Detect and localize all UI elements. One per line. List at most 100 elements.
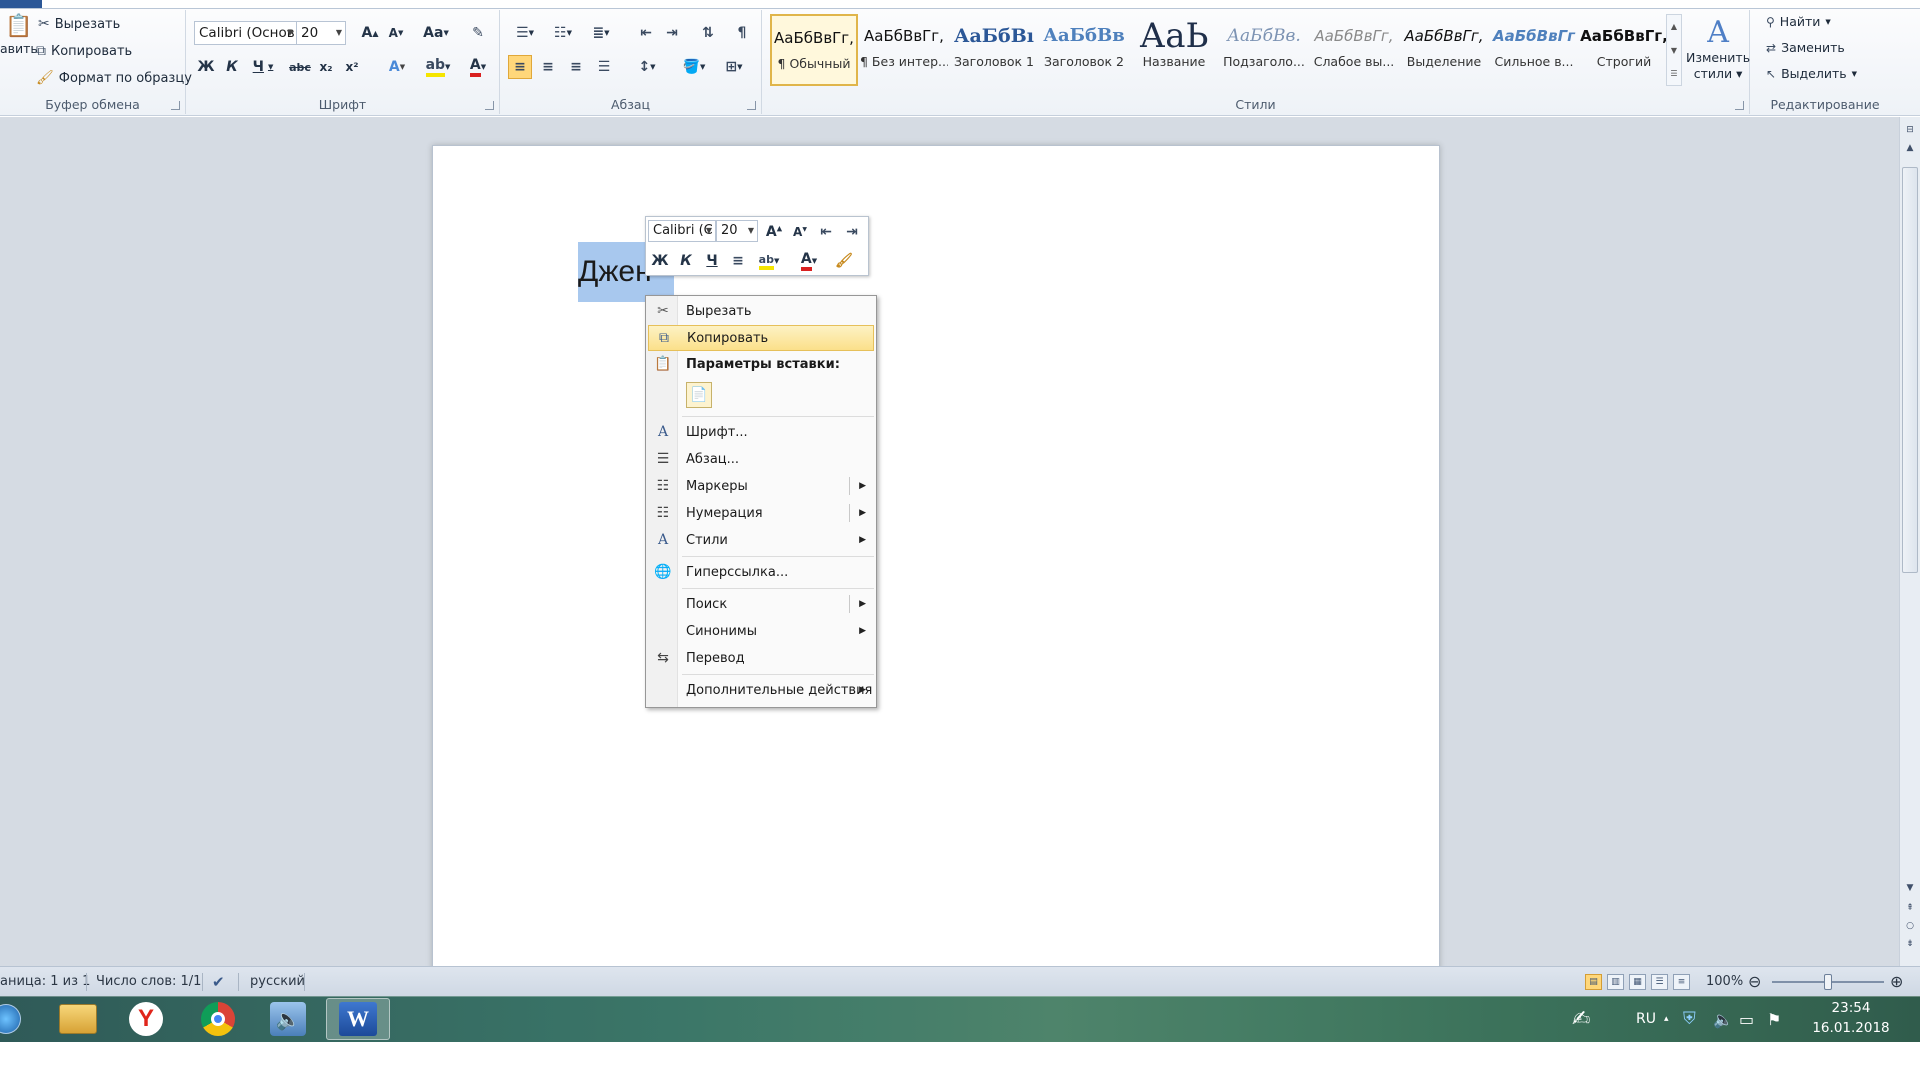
style-normal[interactable]: АаБбВвГг, ¶ Обычный [770,14,858,86]
more-styles-icon[interactable]: ☰ [1667,63,1681,85]
italic-button[interactable]: К [220,55,244,79]
align-right-button[interactable]: ≡ [564,55,588,79]
menu-item-hyperlink[interactable]: 🌐 Гиперссылка... [648,559,874,585]
next-page-button[interactable]: ⇟ [1900,935,1920,953]
zoom-out-icon[interactable]: ⊖ [1748,967,1761,997]
mini-font-size-combo[interactable]: 20 ▼ [716,220,758,242]
zoom-level[interactable]: 100% [1706,967,1743,997]
mini-increase-indent-button[interactable]: ⇥ [840,220,864,244]
proofing-icon[interactable]: ✔ [212,967,225,997]
grow-font-button[interactable]: A ▲ [358,21,382,45]
style-strong[interactable]: АаБбВвГг, Строгий [1580,14,1668,86]
format-painter-button[interactable]: 🖌 Формат по образцу [36,70,192,86]
document-page[interactable]: Джен [432,145,1440,975]
menu-item-cut[interactable]: ✂ Вырезать [648,298,874,324]
mini-decrease-indent-button[interactable]: ⇤ [814,220,838,244]
outline-view-button[interactable]: ☰ [1651,974,1668,990]
paste-keep-text-only-button[interactable]: 📄 [686,382,712,408]
style-intense-emphasis[interactable]: АаБбВвГг Сильное в... [1490,14,1578,86]
mini-underline-button[interactable]: Ч [700,249,724,273]
mini-font-family-combo[interactable]: Calibri (С ▼ [648,220,716,242]
font-color-button[interactable]: A ▼ [460,55,496,79]
sort-button[interactable]: ⇅ [696,21,720,45]
chevron-down-icon[interactable]: ▼ [1667,39,1681,63]
language-settings-icon[interactable]: ▴ [1664,996,1669,1042]
subscript-button[interactable]: x₂ [314,55,338,79]
clear-formatting-button[interactable]: ✎ [466,21,490,45]
antivirus-tray-icon[interactable]: ⛨ [1683,996,1696,1042]
font-dialog-launcher[interactable] [485,101,494,110]
taskbar-explorer[interactable] [46,998,110,1040]
style-title[interactable]: АаЬ Название [1130,14,1218,86]
taskbar-word[interactable]: W [326,998,390,1040]
submenu-arrow-icon[interactable]: ▶ [859,481,866,491]
menu-item-additional-actions[interactable]: Дополнительные действия ▶ [648,677,874,703]
style-subtitle[interactable]: АаБбВв. Подзаголо... [1220,14,1308,86]
cut-button[interactable]: ✂ Вырезать [38,16,120,32]
submenu-arrow-icon[interactable]: ▶ [859,508,866,518]
numbering-button[interactable]: ☷ ▼ [546,21,580,45]
chevron-up-icon[interactable]: ▲ [1667,15,1681,39]
styles-dialog-launcher[interactable] [1735,101,1744,110]
style-emphasis[interactable]: АаБбВвГг, Выделение [1400,14,1488,86]
menu-item-numbering[interactable]: ☷ Нумерация ▶ [648,500,874,526]
clock[interactable]: 23:54 16.01.2018 [1808,998,1894,1038]
bold-button[interactable]: Ж [194,55,218,79]
input-language[interactable]: RU [1636,996,1656,1042]
mini-italic-button[interactable]: К [674,249,698,273]
underline-button[interactable]: Ч ▼ [246,55,280,79]
vertical-scrollbar[interactable]: ⊟ ▲ ▼ ⇞ ○ ⇟ [1899,117,1920,966]
print-layout-view-button[interactable]: ▤ [1585,974,1602,990]
zoom-slider-thumb[interactable] [1824,974,1832,990]
scrollbar-thumb[interactable] [1902,167,1918,573]
menu-item-paragraph[interactable]: ☰ Абзац... [648,446,874,472]
change-styles-button[interactable]: A Изменить стили ▾ [1686,16,1750,82]
increase-indent-button[interactable]: ⇥ [660,21,684,45]
replace-button[interactable]: ⇄ Заменить [1766,40,1845,55]
text-effects-button[interactable]: A ▼ [380,55,414,79]
volume-icon[interactable]: 🔈 [1713,996,1733,1042]
draft-view-button[interactable]: ≡ [1673,974,1690,990]
submenu-arrow-icon[interactable]: ▶ [859,599,866,609]
word-count[interactable]: Число слов: 1/1 [96,967,201,997]
browse-object-button[interactable]: ○ [1900,917,1920,935]
menu-item-styles[interactable]: A Стили ▶ [648,527,874,553]
scroll-up-button[interactable]: ▲ [1900,139,1920,157]
style-heading-1[interactable]: АаБбВı Заголовок 1 [950,14,1038,86]
highlight-color-button[interactable]: ab ▼ [420,55,456,79]
mini-bold-button[interactable]: Ж [648,249,672,273]
style-no-spacing[interactable]: АаБбВвГг, ¶ Без интер... [860,14,948,86]
paragraph-dialog-launcher[interactable] [747,101,756,110]
mini-shrink-font-button[interactable]: A▼ [788,220,812,244]
decrease-indent-button[interactable]: ⇤ [634,21,658,45]
ribbon-file-tab[interactable] [0,0,42,8]
menu-item-copy[interactable]: ⧉ Копировать [648,325,874,351]
language-indicator[interactable]: русский [250,967,305,997]
full-screen-reading-view-button[interactable]: ▥ [1607,974,1624,990]
multilevel-list-button[interactable]: ≣ ▼ [584,21,618,45]
justify-button[interactable]: ☰ [592,55,616,79]
mini-format-painter-button[interactable]: 🖌 [832,249,856,273]
mini-center-button[interactable]: ≡ [726,249,750,273]
scroll-down-button[interactable]: ▼ [1900,879,1920,897]
menu-item-translate[interactable]: ⇆ Перевод [648,645,874,671]
styles-gallery-scroll[interactable]: ▲ ▼ ☰ [1666,14,1682,86]
superscript-button[interactable]: x² [340,55,364,79]
tray-pen-icon[interactable]: ✍ [1572,996,1590,1042]
paste-button[interactable]: 📋 авить [0,14,38,56]
show-marks-button[interactable]: ¶ [730,21,754,45]
align-left-button[interactable]: ≡ [508,55,532,79]
bullets-button[interactable]: ☰ ▼ [508,21,542,45]
menu-item-search[interactable]: Поиск ▶ [648,591,874,617]
menu-item-font[interactable]: A Шрифт... [648,419,874,445]
network-icon[interactable]: ▭ [1739,996,1754,1042]
clipboard-dialog-launcher[interactable] [171,101,180,110]
mini-grow-font-button[interactable]: A▲ [762,220,786,244]
taskbar-audio-app[interactable]: 🔈 [256,998,320,1040]
style-heading-2[interactable]: АаБбВв Заголовок 2 [1040,14,1128,86]
taskbar-yandex-browser[interactable]: Y [114,998,178,1040]
shading-button[interactable]: 🪣 ▼ [676,55,712,79]
font-family-combo[interactable]: Calibri (Основ ▼ [194,21,297,45]
previous-page-button[interactable]: ⇞ [1900,899,1920,917]
find-button[interactable]: ⚲ Найти ▼ [1766,14,1831,29]
